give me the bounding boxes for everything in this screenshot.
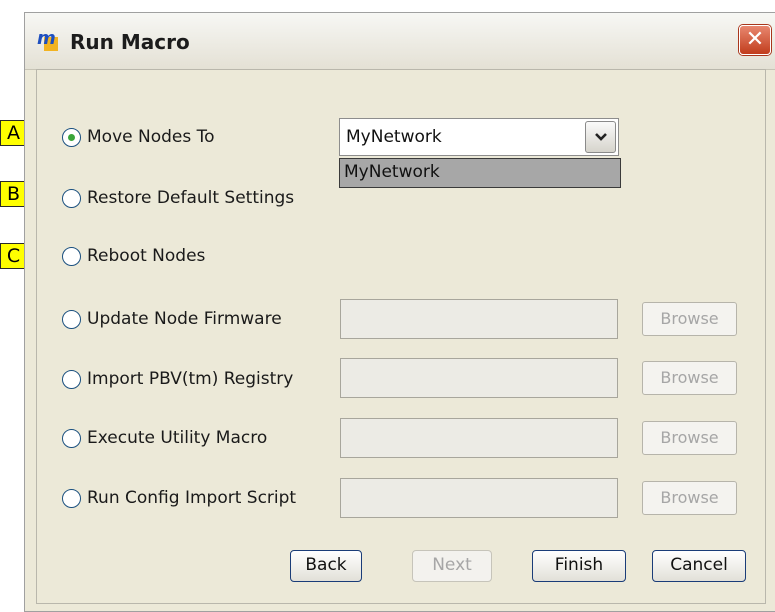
- dropdown-toggle-button[interactable]: [585, 121, 616, 153]
- update-firmware-radio[interactable]: [62, 309, 81, 329]
- option-run-config-import[interactable]: Run Config Import Script: [62, 485, 296, 511]
- run-config-radio[interactable]: [62, 488, 81, 508]
- network-select[interactable]: MyNetwork: [339, 118, 619, 156]
- network-select-value: MyNetwork: [346, 127, 442, 147]
- option-reboot-nodes[interactable]: Reboot Nodes: [62, 243, 205, 269]
- registry-path-field: [340, 358, 618, 398]
- cancel-button[interactable]: Cancel: [652, 550, 746, 582]
- config-script-path-field: [340, 478, 618, 518]
- network-dropdown-list: MyNetwork: [339, 158, 621, 188]
- option-import-registry[interactable]: Import PBV(tm) Registry: [62, 366, 293, 392]
- import-registry-radio[interactable]: [62, 369, 81, 389]
- execute-utility-label: Execute Utility Macro: [87, 428, 268, 448]
- run-config-label: Run Config Import Script: [87, 488, 297, 508]
- dropdown-item-mynetwork[interactable]: MyNetwork: [344, 162, 440, 182]
- import-registry-label: Import PBV(tm) Registry: [87, 369, 294, 389]
- option-execute-utility-macro[interactable]: Execute Utility Macro: [62, 425, 267, 451]
- option-move-nodes-to[interactable]: Move Nodes To: [62, 124, 215, 150]
- restore-defaults-radio[interactable]: [62, 188, 81, 208]
- option-restore-defaults[interactable]: Restore Default Settings: [62, 185, 294, 211]
- utility-macro-path-field: [340, 418, 618, 458]
- move-nodes-radio[interactable]: [62, 127, 81, 147]
- firmware-path-field: [340, 299, 618, 339]
- utility-macro-browse-button: Browse: [642, 421, 737, 455]
- finish-button[interactable]: Finish: [532, 550, 626, 582]
- radio-selected-dot: [68, 133, 75, 141]
- registry-browse-button: Browse: [642, 361, 737, 395]
- update-firmware-label: Update Node Firmware: [87, 309, 282, 329]
- config-script-browse-button: Browse: [642, 481, 737, 515]
- reboot-nodes-label: Reboot Nodes: [87, 246, 206, 266]
- back-button[interactable]: Back: [290, 550, 362, 582]
- restore-defaults-label: Restore Default Settings: [87, 188, 295, 208]
- move-nodes-label: Move Nodes To: [87, 127, 215, 147]
- firmware-browse-button: Browse: [642, 302, 737, 336]
- chevron-down-icon: [594, 133, 607, 141]
- option-update-firmware[interactable]: Update Node Firmware: [62, 306, 282, 332]
- execute-utility-radio[interactable]: [62, 428, 81, 448]
- reboot-nodes-radio[interactable]: [62, 246, 81, 266]
- next-button: Next: [412, 550, 492, 582]
